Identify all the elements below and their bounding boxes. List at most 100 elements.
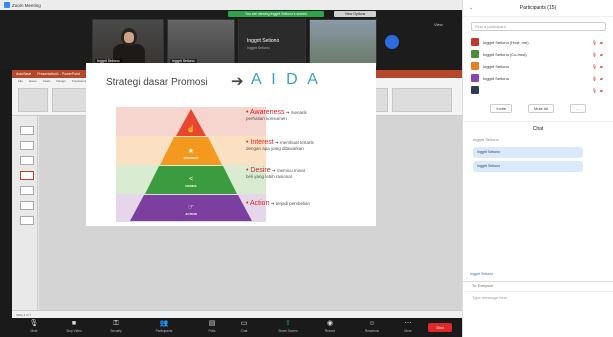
chat-header: Chat [463,121,613,135]
participant-name: Inggrit Setiono (Co-host) [483,51,527,57]
participant-list: Inggrit Setiono (Host, me) 🎙 ▰ Inggrit Seti… [463,36,613,96]
mic-muted-icon[interactable]: 🎙 [592,52,597,57]
avatar [471,50,479,58]
chevron-down-icon[interactable]: ⌄ [469,5,473,11]
mute-all-button[interactable]: Mute All [527,104,555,113]
toolbar-label: More [404,329,412,333]
reactions-icon: ☺ [368,320,376,327]
more-icon: ⋯ [404,320,412,327]
avatar-icon[interactable] [385,35,399,49]
mic-muted-icon[interactable]: 🎙 [592,88,597,93]
clipboard-group[interactable] [18,88,48,112]
participant-status-icons: 🎙 ▰ [592,40,603,45]
video-tile[interactable]: Inggrit Setiono [92,19,164,66]
ribbon-tab[interactable]: Insert [43,79,51,83]
chat-sent-label: Inggrit Setiono [470,272,494,276]
pointer-icon: ☝ [186,125,196,133]
mic-muted-icon[interactable]: 🎙 [592,40,597,45]
level-label: DESIRE [185,184,197,188]
avatar [471,86,479,94]
chat-button[interactable]: ▭ Chat [228,320,260,333]
share-screen-icon: ⇧ [285,320,291,327]
video-tile[interactable]: Inggrit Setiono [167,19,235,66]
autosave-label[interactable]: AutoSave [16,72,31,76]
point-awareness: • Awareness ➔ menarik perhatian konsumen [246,109,371,121]
slide-counter: Slide 4 of 7 [16,312,32,317]
ppt-file-title: Presentation1 - PowerPoint [37,72,80,76]
slide-thumbnail[interactable] [20,216,34,225]
toolbar-label: Security [110,329,122,333]
ribbon-tab[interactable]: File [18,79,23,83]
slide-arrow-icon: ➔ [231,73,244,90]
chat-recipient-select[interactable]: To: Everyone [462,281,613,289]
chat-icon: ▭ [240,320,248,327]
ppt-status-bar: Slide 4 of 7 [12,310,462,318]
view-button[interactable]: View [434,22,443,27]
participant-row[interactable]: Inggrit Setiono 🎙 ▰ [463,72,613,84]
more-button[interactable]: ⋯ More [392,320,424,333]
participant-row[interactable]: Inggrit Setiono 🎙 ▰ [463,60,613,72]
participant-row[interactable]: Inggrit Setiono (Host, me) 🎙 ▰ [463,36,613,48]
chat-message-input[interactable]: Type message here... [462,291,613,307]
slide-thumbnails [12,116,38,310]
ribbon-tab[interactable]: Design [56,79,65,83]
level-interest: ★ INTEREST [176,141,206,167]
zoom-logo-icon [4,2,10,8]
mute-button[interactable]: 🎙 Mute [18,320,50,333]
chat-message: Inggrit Setiono [473,161,583,172]
share-icon: < [188,176,194,183]
ribbon-tab[interactable]: Transitions [72,79,87,83]
video-strip: You are viewing Inggrit Setiono's screen… [0,10,462,70]
level-desire: < DESIRE [176,169,206,195]
avatar [471,62,479,70]
point-tail: ➔ terjadi pembelian [269,201,311,206]
participant-status-icons: 🎙 ▰ [592,52,603,57]
ribbon-tab[interactable]: Home [29,79,37,83]
camera-off-icon[interactable]: ▰ [600,40,603,45]
security-button[interactable]: ⚿ Security [100,320,132,333]
participant-row[interactable]: Inggrit Setiono (Co-host) 🎙 ▰ [463,48,613,60]
tile-sub-name: Inggrit Setiono [247,46,270,50]
record-button[interactable]: ◉ Record [314,320,346,333]
designer-group[interactable] [392,88,452,112]
zoom-window: Zoom Meeting – □ ✕ You are viewing Inggr… [0,0,613,337]
slide[interactable]: Strategi dasar Promosi ➔ A I D A ☝ ★ INT… [86,63,376,226]
camera-off-icon[interactable]: ▰ [600,52,603,57]
slide-thumbnail[interactable] [20,141,34,150]
camera-off-icon[interactable]: ▰ [600,88,603,93]
view-options-button[interactable]: View Options [334,11,376,17]
invite-button[interactable]: Invite [490,104,512,113]
participant-status-icons: 🎙 ▰ [592,64,603,69]
participants-button[interactable]: 👥 Participants [148,320,180,333]
point-tail: ➔ membuat tertarik [273,140,314,145]
slide-thumbnail-selected[interactable] [20,171,34,180]
participant-name: Inggrit Setiono [483,75,509,81]
share-screen-button[interactable]: ⇧ Share Screen [272,320,304,333]
polls-button[interactable]: ▤ Polls [196,320,228,333]
slide-thumbnail[interactable] [20,186,34,195]
slide-thumbnail[interactable] [20,156,34,165]
more-options-button[interactable]: ... [570,104,586,113]
participant-search-input[interactable]: Find a participant [471,22,606,31]
point-head: • Action [246,200,270,207]
video-tile[interactable]: Inggrit Setiono Inggrit Setiono [238,19,306,66]
camera-off-icon[interactable]: ▰ [600,76,603,81]
point-action: • Action ➔ terjadi pembelian [246,200,371,207]
security-icon: ⚿ [113,320,119,327]
panel-header: ⌄ Participants (15) [463,0,613,17]
reactions-button[interactable]: ☺ Reactions [356,320,388,333]
participant-name: Inggrit Setiono [483,63,509,69]
stop-video-icon: ■ [71,320,77,327]
toolbar-label: Mute [30,329,38,333]
mic-muted-icon[interactable]: 🎙 [592,64,597,69]
stop-video-button[interactable]: ■ Stop Video [58,320,90,333]
participant-row[interactable]: 🎙 ▰ [463,84,613,96]
participant-name: Inggrit Setiono (Host, me) [483,39,529,45]
slide-thumbnail[interactable] [20,126,34,135]
slide-thumbnail[interactable] [20,201,34,210]
video-tile[interactable] [309,19,377,66]
end-meeting-button[interactable]: End [428,323,452,332]
camera-off-icon[interactable]: ▰ [600,64,603,69]
point-tail: ➔ menarik [284,110,307,115]
mic-muted-icon[interactable]: 🎙 [592,76,597,81]
